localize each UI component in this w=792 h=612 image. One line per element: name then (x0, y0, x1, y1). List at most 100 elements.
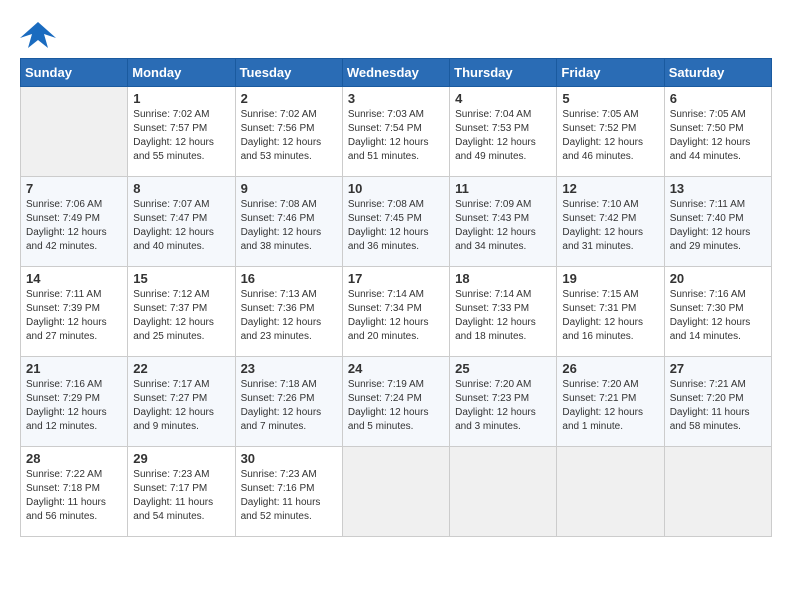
day-info: Sunrise: 7:14 AMSunset: 7:33 PMDaylight:… (455, 288, 551, 344)
day-number: 2 (241, 91, 337, 106)
calendar-cell: 29 Sunrise: 7:23 AMSunset: 7:17 PMDayligh… (128, 447, 235, 537)
day-number: 21 (26, 361, 122, 376)
calendar-cell: 25 Sunrise: 7:20 AMSunset: 7:23 PMDayligh… (450, 357, 557, 447)
weekday-header: Tuesday (235, 59, 342, 87)
day-info: Sunrise: 7:08 AMSunset: 7:45 PMDaylight:… (348, 198, 444, 254)
day-info: Sunrise: 7:05 AMSunset: 7:50 PMDaylight:… (670, 108, 766, 164)
day-number: 4 (455, 91, 551, 106)
calendar-week-row: 21 Sunrise: 7:16 AMSunset: 7:29 PMDayligh… (21, 357, 772, 447)
day-info: Sunrise: 7:12 AMSunset: 7:37 PMDaylight:… (133, 288, 229, 344)
calendar-cell: 26Sunrise: 7:20 AMSunset: 7:21 PMDayligh… (557, 357, 664, 447)
calendar-cell: 14 Sunrise: 7:11 AMSunset: 7:39 PMDayligh… (21, 267, 128, 357)
day-info: Sunrise: 7:18 AMSunset: 7:26 PMDaylight:… (241, 378, 337, 434)
logo (20, 20, 60, 50)
day-number: 17 (348, 271, 444, 286)
day-info: Sunrise: 7:02 AMSunset: 7:57 PMDaylight:… (133, 108, 229, 164)
weekday-header-row: SundayMondayTuesdayWednesdayThursdayFrid… (21, 59, 772, 87)
calendar-cell: 30 Sunrise: 7:23 AMSunset: 7:16 PMDayligh… (235, 447, 342, 537)
calendar-cell (342, 447, 449, 537)
weekday-header: Thursday (450, 59, 557, 87)
weekday-header: Friday (557, 59, 664, 87)
calendar-cell (450, 447, 557, 537)
calendar-cell: 1 Sunrise: 7:02 AMSunset: 7:57 PMDaylight… (128, 87, 235, 177)
day-info: Sunrise: 7:23 AMSunset: 7:16 PMDaylight:… (241, 468, 337, 524)
day-info: Sunrise: 7:02 AMSunset: 7:56 PMDaylight:… (241, 108, 337, 164)
day-number: 5 (562, 91, 658, 106)
calendar-cell: 20 Sunrise: 7:16 AMSunset: 7:30 PMDayligh… (664, 267, 771, 357)
day-info: Sunrise: 7:11 AMSunset: 7:39 PMDaylight:… (26, 288, 122, 344)
day-info: Sunrise: 7:23 AMSunset: 7:17 PMDaylight:… (133, 468, 229, 524)
calendar-cell: 22Sunrise: 7:17 AMSunset: 7:27 PMDayligh… (128, 357, 235, 447)
day-number: 23 (241, 361, 337, 376)
calendar-cell: 12 Sunrise: 7:10 AMSunset: 7:42 PMDayligh… (557, 177, 664, 267)
calendar-cell: 6Sunrise: 7:05 AMSunset: 7:50 PMDaylight… (664, 87, 771, 177)
day-number: 10 (348, 181, 444, 196)
day-info: Sunrise: 7:17 AMSunset: 7:27 PMDaylight:… (133, 378, 229, 434)
calendar-cell: 3 Sunrise: 7:03 AMSunset: 7:54 PMDaylight… (342, 87, 449, 177)
calendar-cell: 5 Sunrise: 7:05 AMSunset: 7:52 PMDaylight… (557, 87, 664, 177)
day-number: 28 (26, 451, 122, 466)
day-info: Sunrise: 7:03 AMSunset: 7:54 PMDaylight:… (348, 108, 444, 164)
day-number: 27 (670, 361, 766, 376)
logo-bird-icon (20, 20, 56, 50)
calendar-cell (21, 87, 128, 177)
calendar-cell: 24 Sunrise: 7:19 AMSunset: 7:24 PMDayligh… (342, 357, 449, 447)
day-info: Sunrise: 7:20 AMSunset: 7:23 PMDaylight:… (455, 378, 551, 434)
day-info: Sunrise: 7:08 AMSunset: 7:46 PMDaylight:… (241, 198, 337, 254)
day-info: Sunrise: 7:04 AMSunset: 7:53 PMDaylight:… (455, 108, 551, 164)
calendar-week-row: 7 Sunrise: 7:06 AMSunset: 7:49 PMDaylight… (21, 177, 772, 267)
day-info: Sunrise: 7:20 AMSunset: 7:21 PMDaylight:… (562, 378, 658, 434)
day-number: 20 (670, 271, 766, 286)
day-number: 24 (348, 361, 444, 376)
day-info: Sunrise: 7:14 AMSunset: 7:34 PMDaylight:… (348, 288, 444, 344)
day-number: 8 (133, 181, 229, 196)
day-number: 15 (133, 271, 229, 286)
calendar-cell: 4 Sunrise: 7:04 AMSunset: 7:53 PMDaylight… (450, 87, 557, 177)
day-info: Sunrise: 7:19 AMSunset: 7:24 PMDaylight:… (348, 378, 444, 434)
day-number: 3 (348, 91, 444, 106)
day-number: 29 (133, 451, 229, 466)
day-number: 7 (26, 181, 122, 196)
weekday-header: Saturday (664, 59, 771, 87)
day-info: Sunrise: 7:09 AMSunset: 7:43 PMDaylight:… (455, 198, 551, 254)
day-number: 14 (26, 271, 122, 286)
calendar-cell: 15 Sunrise: 7:12 AMSunset: 7:37 PMDayligh… (128, 267, 235, 357)
page-header (20, 20, 772, 50)
calendar-cell: 7 Sunrise: 7:06 AMSunset: 7:49 PMDaylight… (21, 177, 128, 267)
calendar-cell: 18 Sunrise: 7:14 AMSunset: 7:33 PMDayligh… (450, 267, 557, 357)
calendar-cell: 8 Sunrise: 7:07 AMSunset: 7:47 PMDaylight… (128, 177, 235, 267)
calendar-cell: 17 Sunrise: 7:14 AMSunset: 7:34 PMDayligh… (342, 267, 449, 357)
day-number: 19 (562, 271, 658, 286)
calendar-cell: 2 Sunrise: 7:02 AMSunset: 7:56 PMDaylight… (235, 87, 342, 177)
calendar-cell (664, 447, 771, 537)
day-number: 18 (455, 271, 551, 286)
day-number: 9 (241, 181, 337, 196)
day-info: Sunrise: 7:22 AMSunset: 7:18 PMDaylight:… (26, 468, 122, 524)
calendar-week-row: 28 Sunrise: 7:22 AMSunset: 7:18 PMDayligh… (21, 447, 772, 537)
day-info: Sunrise: 7:10 AMSunset: 7:42 PMDaylight:… (562, 198, 658, 254)
calendar-cell: 16Sunrise: 7:13 AMSunset: 7:36 PMDayligh… (235, 267, 342, 357)
calendar-table: SundayMondayTuesdayWednesdayThursdayFrid… (20, 58, 772, 537)
day-number: 12 (562, 181, 658, 196)
day-info: Sunrise: 7:21 AMSunset: 7:20 PMDaylight:… (670, 378, 766, 434)
calendar-cell: 13 Sunrise: 7:11 AMSunset: 7:40 PMDayligh… (664, 177, 771, 267)
calendar-cell: 9 Sunrise: 7:08 AMSunset: 7:46 PMDaylight… (235, 177, 342, 267)
calendar-cell: 23 Sunrise: 7:18 AMSunset: 7:26 PMDayligh… (235, 357, 342, 447)
day-info: Sunrise: 7:05 AMSunset: 7:52 PMDaylight:… (562, 108, 658, 164)
day-number: 1 (133, 91, 229, 106)
day-info: Sunrise: 7:15 AMSunset: 7:31 PMDaylight:… (562, 288, 658, 344)
weekday-header: Sunday (21, 59, 128, 87)
day-info: Sunrise: 7:16 AMSunset: 7:30 PMDaylight:… (670, 288, 766, 344)
day-info: Sunrise: 7:07 AMSunset: 7:47 PMDaylight:… (133, 198, 229, 254)
day-number: 30 (241, 451, 337, 466)
day-number: 25 (455, 361, 551, 376)
calendar-cell (557, 447, 664, 537)
day-info: Sunrise: 7:06 AMSunset: 7:49 PMDaylight:… (26, 198, 122, 254)
day-number: 13 (670, 181, 766, 196)
calendar-cell: 28 Sunrise: 7:22 AMSunset: 7:18 PMDayligh… (21, 447, 128, 537)
weekday-header: Monday (128, 59, 235, 87)
day-info: Sunrise: 7:16 AMSunset: 7:29 PMDaylight:… (26, 378, 122, 434)
calendar-week-row: 1 Sunrise: 7:02 AMSunset: 7:57 PMDaylight… (21, 87, 772, 177)
day-info: Sunrise: 7:11 AMSunset: 7:40 PMDaylight:… (670, 198, 766, 254)
calendar-cell: 27 Sunrise: 7:21 AMSunset: 7:20 PMDayligh… (664, 357, 771, 447)
